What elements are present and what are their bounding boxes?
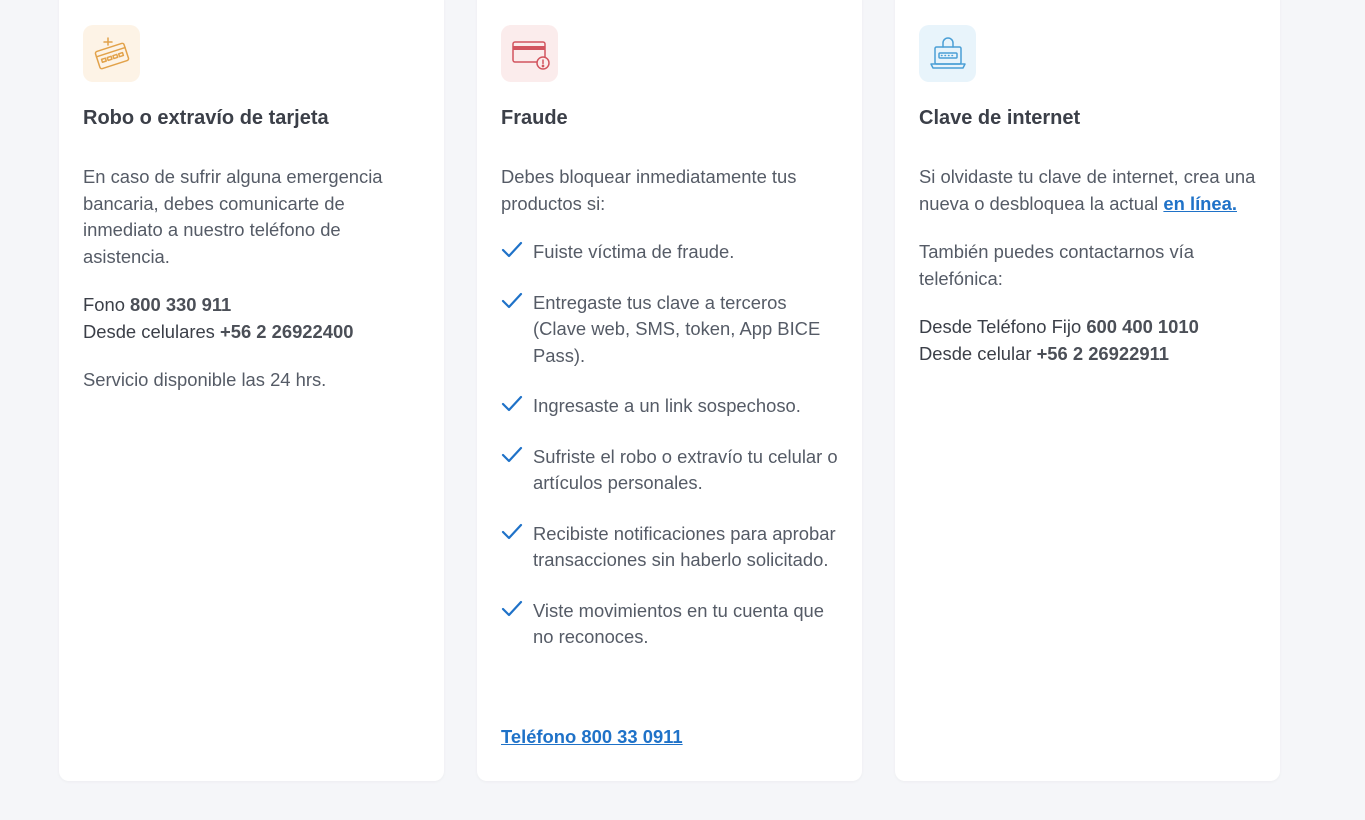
online-link[interactable]: en línea. [1163,193,1237,214]
cel-number: +56 2 26922911 [1036,342,1170,364]
card-fraude: Fraude Debes bloquear inmediatamente tus… [477,0,862,781]
card-title: Fraude [501,107,568,129]
card-body: En caso de sufrir alguna emergencia banc… [83,164,422,416]
check-icon [501,600,523,616]
card-scissors-icon [83,25,140,82]
fono-number: 800 330 911 [130,294,232,315]
laptop-lock-icon [919,25,976,82]
list-item-text: Recibiste notificaciones para aprobar tr… [533,522,836,571]
list-item-text: Viste movimientos en tu cuenta que no re… [533,599,825,648]
check-icon [501,395,523,412]
card-alert-icon [501,25,558,82]
list-item-text: Ingresaste a un link sospechoso. [533,395,801,416]
check-icon [501,523,523,539]
card-body: Si olvidaste tu clave de internet, crea … [919,164,1258,389]
cel-label: Desde celulares [83,320,220,342]
list-item: Recibiste notificaciones para aprobar tr… [501,521,840,574]
card-title: Clave de internet [919,107,1081,129]
list-item-text: Sufriste el robo o extravío tu celular o… [533,445,838,494]
fijo-number: 600 400 1010 [1086,316,1199,337]
fraud-checklist: Fuiste víctima de fraude. Entregaste tus… [501,239,840,651]
card-intro: En caso de sufrir alguna emergencia banc… [83,166,383,267]
list-item: Sufriste el robo o extravío tu celular o… [501,444,840,497]
list-item-text: Entregaste tus clave a terceros (Clave w… [533,291,821,366]
card-intro: Debes bloquear inmediatamente tus produc… [501,166,797,214]
card-title: Robo o extravío de tarjeta [83,107,329,129]
check-icon [501,292,523,308]
list-item: Fuiste víctima de fraude. [501,239,840,266]
phone-info: Desde Teléfono Fijo 600 400 1010 Desde c… [919,314,1258,367]
list-item: Viste movimientos en tu cuenta que no re… [501,598,840,651]
service-note: Servicio disponible las 24 hrs. [83,369,327,390]
cel-label: Desde celular [919,342,1037,364]
list-item: Entregaste tus clave a terceros (Clave w… [501,290,840,370]
contact-note: También puedes contactarnos vía telefóni… [919,241,1195,289]
phone-info: Fono 800 330 911 Desde celulares +56 2 2… [83,292,422,345]
card-clave-internet: Clave de internet Si olvidaste tu clave … [895,0,1280,781]
cel-number: +56 2 26922400 [219,320,354,342]
phone-link[interactable]: Teléfono 800 33 0911 [501,726,683,748]
fono-label: Fono [83,294,131,315]
card-robo-extravio: Robo o extravío de tarjeta En caso de su… [59,0,444,781]
check-icon [501,241,523,258]
check-icon [501,446,523,462]
list-item: Ingresaste a un link sospechoso. [501,393,840,420]
list-item-text: Fuiste víctima de fraude. [533,241,735,262]
card-body: Debes bloquear inmediatamente tus produc… [501,164,840,675]
fijo-label: Desde Teléfono Fijo [919,316,1087,337]
card-intro: Si olvidaste tu clave de internet, crea … [919,164,1258,217]
